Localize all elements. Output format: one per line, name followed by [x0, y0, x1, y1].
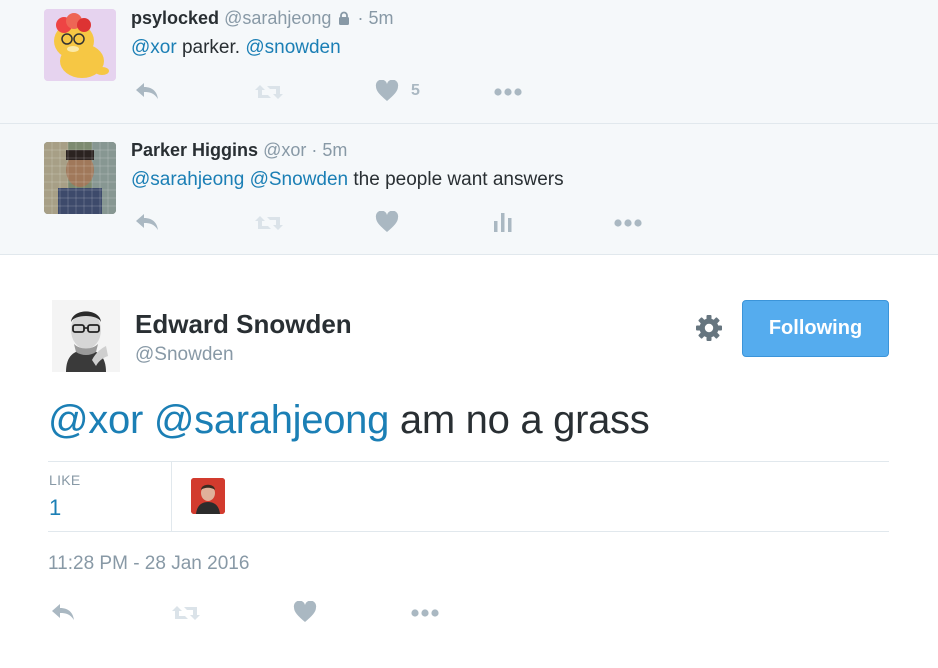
tweet-text: @xor @sarahjeong am no a grass — [48, 398, 650, 443]
stats-divider — [171, 462, 172, 531]
more-button[interactable] — [493, 87, 523, 97]
tweet-timestamp[interactable]: 11:28 PM - 28 Jan 2016 — [48, 553, 249, 575]
tweet-text-fragment: parker. — [176, 37, 246, 58]
more-icon — [410, 608, 440, 618]
following-button[interactable]: Following — [742, 300, 889, 357]
retweet-icon — [254, 82, 284, 102]
heart-icon — [375, 80, 399, 102]
more-button[interactable] — [613, 218, 643, 228]
avatar[interactable] — [52, 300, 120, 372]
lock-icon — [338, 9, 350, 30]
tweet-header: psylocked @sarahjeong · 5m — [131, 8, 393, 30]
avatar[interactable] — [44, 142, 116, 214]
separator-dot: · — [311, 140, 318, 160]
mention-link[interactable]: @xor — [48, 398, 143, 442]
retweet-button[interactable] — [171, 603, 201, 623]
reply-icon — [134, 212, 160, 232]
like-button[interactable] — [375, 211, 399, 233]
liker-avatar[interactable] — [191, 478, 225, 514]
retweet-button[interactable] — [254, 82, 284, 102]
more-icon — [613, 218, 643, 228]
separator-dot: · — [357, 8, 364, 28]
display-name[interactable]: Edward Snowden — [135, 309, 352, 340]
reply-button[interactable] — [134, 212, 160, 232]
reply-icon — [134, 81, 160, 101]
tweet-header: Parker Higgins @xor · 5m — [131, 140, 347, 161]
retweet-icon — [171, 603, 201, 623]
like-count: 5 — [411, 82, 420, 99]
more-icon — [493, 87, 523, 97]
analytics-icon — [493, 211, 513, 233]
user-actions-button[interactable] — [694, 313, 724, 343]
tweet-stats: LIKE 1 — [48, 461, 889, 532]
like-stat-label[interactable]: LIKE — [49, 472, 81, 488]
reply-tweet-psylocked[interactable]: psylocked @sarahjeong · 5m @xor parker. … — [0, 0, 938, 124]
mention-link[interactable]: @snowden — [245, 37, 340, 58]
heart-icon — [293, 601, 317, 623]
reply-icon — [50, 602, 76, 622]
mention-link[interactable]: @sarahjeong — [131, 169, 244, 190]
heart-icon — [375, 211, 399, 233]
user-handle[interactable]: @xor — [263, 140, 306, 160]
avatar[interactable] — [44, 9, 116, 81]
reply-button[interactable] — [134, 81, 160, 101]
tweet-text-fragment: the people want answers — [348, 169, 564, 190]
display-name[interactable]: Parker Higgins — [131, 140, 258, 160]
tweet-text: @sarahjeong @Snowden the people want ans… — [131, 169, 564, 191]
user-handle[interactable]: @Snowden — [135, 344, 234, 366]
reply-tweet-parker-higgins[interactable]: Parker Higgins @xor · 5m @sarahjeong @Sn… — [0, 124, 938, 255]
tweet-text-fragment — [143, 398, 154, 442]
display-name[interactable]: psylocked — [131, 8, 219, 28]
retweet-icon — [254, 213, 284, 233]
mention-link[interactable]: @sarahjeong — [154, 398, 390, 442]
analytics-button[interactable] — [493, 211, 513, 233]
like-button[interactable] — [293, 601, 317, 623]
user-handle[interactable]: @sarahjeong — [224, 8, 331, 28]
retweet-button[interactable] — [254, 213, 284, 233]
mention-link[interactable]: @xor — [131, 37, 177, 58]
timestamp[interactable]: 5m — [322, 140, 347, 160]
like-button[interactable]: 5 — [375, 80, 420, 102]
mention-link[interactable]: @Snowden — [250, 169, 349, 190]
tweet-text-fragment: am no a grass — [389, 398, 650, 442]
like-stat-value[interactable]: 1 — [49, 495, 61, 521]
more-button[interactable] — [410, 608, 440, 618]
tweet-text: @xor parker. @snowden — [131, 37, 341, 59]
gear-icon — [694, 315, 724, 347]
reply-button[interactable] — [50, 602, 76, 622]
timestamp[interactable]: 5m — [368, 8, 393, 28]
